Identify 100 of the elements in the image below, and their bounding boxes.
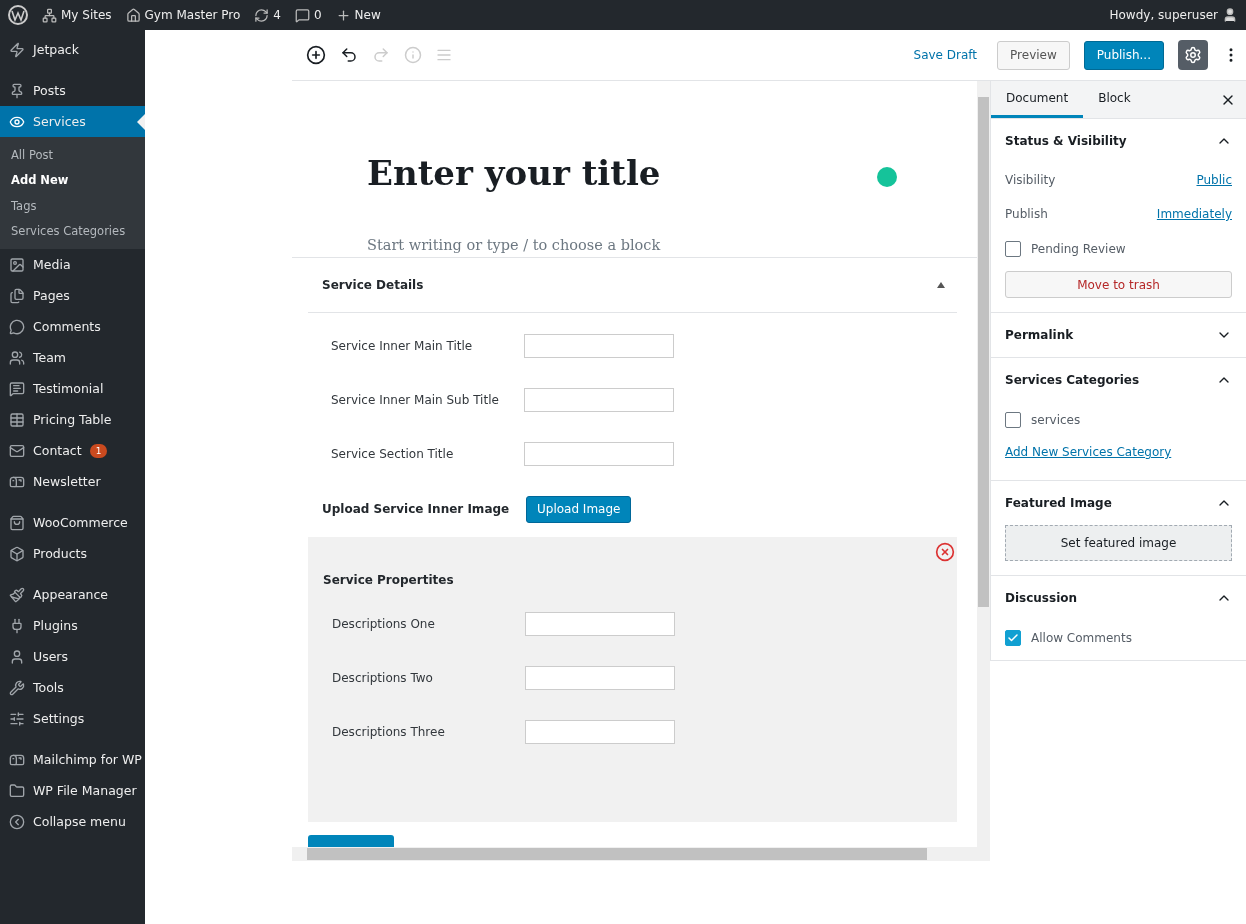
outline-icon[interactable] — [436, 47, 452, 63]
greeting-link[interactable]: Howdy, superuser — [1109, 8, 1218, 22]
upload-label: Upload Service Inner Image — [322, 502, 511, 516]
people-icon — [9, 349, 25, 366]
sidebar-item[interactable]: Pricing Table — [0, 404, 145, 435]
folder-icon — [9, 782, 25, 799]
count-badge: 1 — [89, 443, 108, 458]
checkbox[interactable] — [1005, 241, 1021, 257]
sidebar-item[interactable]: Contact 1 — [0, 435, 145, 466]
title-placeholder[interactable]: Enter your title — [367, 153, 977, 193]
settings-button[interactable] — [1178, 40, 1208, 70]
pages-icon — [9, 287, 25, 304]
avatar-icon[interactable] — [1222, 7, 1238, 23]
panel-tab[interactable]: Document — [991, 81, 1084, 118]
horizontal-scrollbar[interactable] — [292, 847, 990, 861]
sidebar-item[interactable]: Newsletter — [0, 466, 145, 497]
comment-icon — [9, 318, 25, 335]
panel-header[interactable]: Services Categories — [1005, 358, 1232, 402]
publish-button[interactable]: Publish... — [1083, 40, 1164, 70]
text-field[interactable] — [524, 334, 674, 358]
bag-icon — [9, 514, 25, 531]
admin-bar-item[interactable]: New — [354, 8, 381, 22]
undo-icon[interactable] — [340, 46, 358, 64]
block-placeholder[interactable]: Start writing or type / to choose a block — [367, 237, 977, 253]
table-icon — [9, 411, 25, 428]
panel-tab[interactable]: Block — [1083, 81, 1146, 118]
sidebar-item[interactable]: Services — [0, 106, 145, 137]
text-field[interactable] — [525, 666, 675, 690]
checkbox[interactable] — [1005, 412, 1021, 428]
text-field[interactable] — [524, 388, 674, 412]
save-draft-button[interactable]: Save Draft — [907, 47, 984, 63]
sidebar-item[interactable]: Tools — [0, 672, 145, 703]
meta-box-title: Service Details — [322, 278, 424, 292]
checkbox[interactable] — [1005, 630, 1021, 646]
sidebar-item[interactable]: Posts — [0, 75, 145, 106]
text-field[interactable] — [525, 720, 675, 744]
add-category-link[interactable]: Add New Services Category — [1005, 445, 1172, 459]
submenu-item[interactable]: Add New — [0, 167, 145, 193]
brush-icon — [9, 586, 25, 603]
sidebar-item[interactable]: Testimonial — [0, 373, 145, 404]
admin-bar-item[interactable]: My Sites — [61, 8, 112, 22]
sidebar-item[interactable]: Jetpack — [0, 34, 145, 65]
info-icon[interactable] — [404, 46, 422, 64]
setting-label: Visibility — [1005, 173, 1056, 187]
checkbox-label: Allow Comments — [1031, 631, 1132, 645]
sidebar-item[interactable]: Media — [0, 249, 145, 280]
text-field[interactable] — [525, 612, 675, 636]
vertical-scrollbar[interactable] — [977, 81, 990, 847]
setting-link[interactable]: Public — [1196, 173, 1232, 187]
admin-bar-item[interactable]: Gym Master Pro — [144, 8, 241, 22]
sidebar-item[interactable]: Products — [0, 538, 145, 569]
pin-icon — [9, 82, 25, 99]
sidebar-item[interactable]: Pages — [0, 280, 145, 311]
preview-button[interactable]: Preview — [997, 40, 1070, 70]
user-icon — [9, 648, 25, 665]
move-to-trash-button[interactable]: Move to trash — [1005, 271, 1232, 298]
text-field[interactable] — [524, 442, 674, 466]
sidebar-item[interactable]: Settings — [0, 703, 145, 734]
sidebar-item[interactable]: Appearance — [0, 579, 145, 610]
sidebar-item[interactable]: WP File Manager — [0, 775, 145, 806]
panel-header[interactable]: Discussion — [1005, 576, 1232, 620]
panel-header[interactable]: Status & Visibility — [1005, 119, 1232, 163]
plug-icon — [9, 617, 25, 634]
bolt-icon — [9, 41, 25, 58]
sites-icon — [42, 7, 57, 23]
sidebar-item[interactable]: Mailchimp for WP — [0, 744, 145, 775]
sidebar-item[interactable]: Collapse menu — [0, 806, 145, 837]
checkbox-label: Pending Review — [1031, 242, 1126, 256]
admin-bar-item[interactable]: 0 — [313, 8, 322, 22]
grammarly-icon[interactable] — [877, 167, 897, 187]
sidebar-item[interactable]: WooCommerce — [0, 507, 145, 538]
properties-title: Service Propertites — [323, 573, 455, 587]
arrow-left-icon — [9, 813, 25, 830]
wordpress-logo-icon[interactable] — [8, 5, 28, 25]
remove-icon[interactable] — [935, 542, 955, 562]
admin-bar-item[interactable]: 4 — [273, 8, 281, 22]
setting-label: Publish — [1005, 207, 1048, 221]
submenu-item[interactable]: All Post — [0, 142, 145, 168]
add-block-icon[interactable] — [306, 45, 326, 65]
sliders-icon — [9, 710, 25, 727]
sidebar-item[interactable]: Plugins — [0, 610, 145, 641]
submenu-item[interactable]: Services Categories — [0, 218, 145, 244]
redo-icon[interactable] — [372, 46, 390, 64]
setting-link[interactable]: Immediately — [1156, 207, 1232, 221]
media-icon — [9, 256, 25, 273]
upload-image-button[interactable]: Upload Image — [526, 495, 632, 523]
panel-header[interactable]: Featured Image — [1005, 481, 1232, 525]
comment-icon — [9, 380, 25, 397]
submenu-item[interactable]: Tags — [0, 193, 145, 219]
gear-icon — [1184, 46, 1202, 64]
sidebar-item[interactable]: Comments — [0, 311, 145, 342]
checkbox-label: services — [1031, 413, 1081, 427]
sidebar-item[interactable]: Users — [0, 641, 145, 672]
panel-header[interactable]: Permalink — [1005, 313, 1232, 357]
set-featured-image-button[interactable]: Set featured image — [1005, 525, 1232, 561]
sidebar-item[interactable]: Team — [0, 342, 145, 373]
field-label: Service Section Title — [331, 447, 455, 461]
meta-box-header[interactable]: Service Details — [308, 258, 957, 313]
field-label: Service Inner Main Sub Title — [331, 393, 500, 407]
plus-icon — [335, 7, 351, 23]
